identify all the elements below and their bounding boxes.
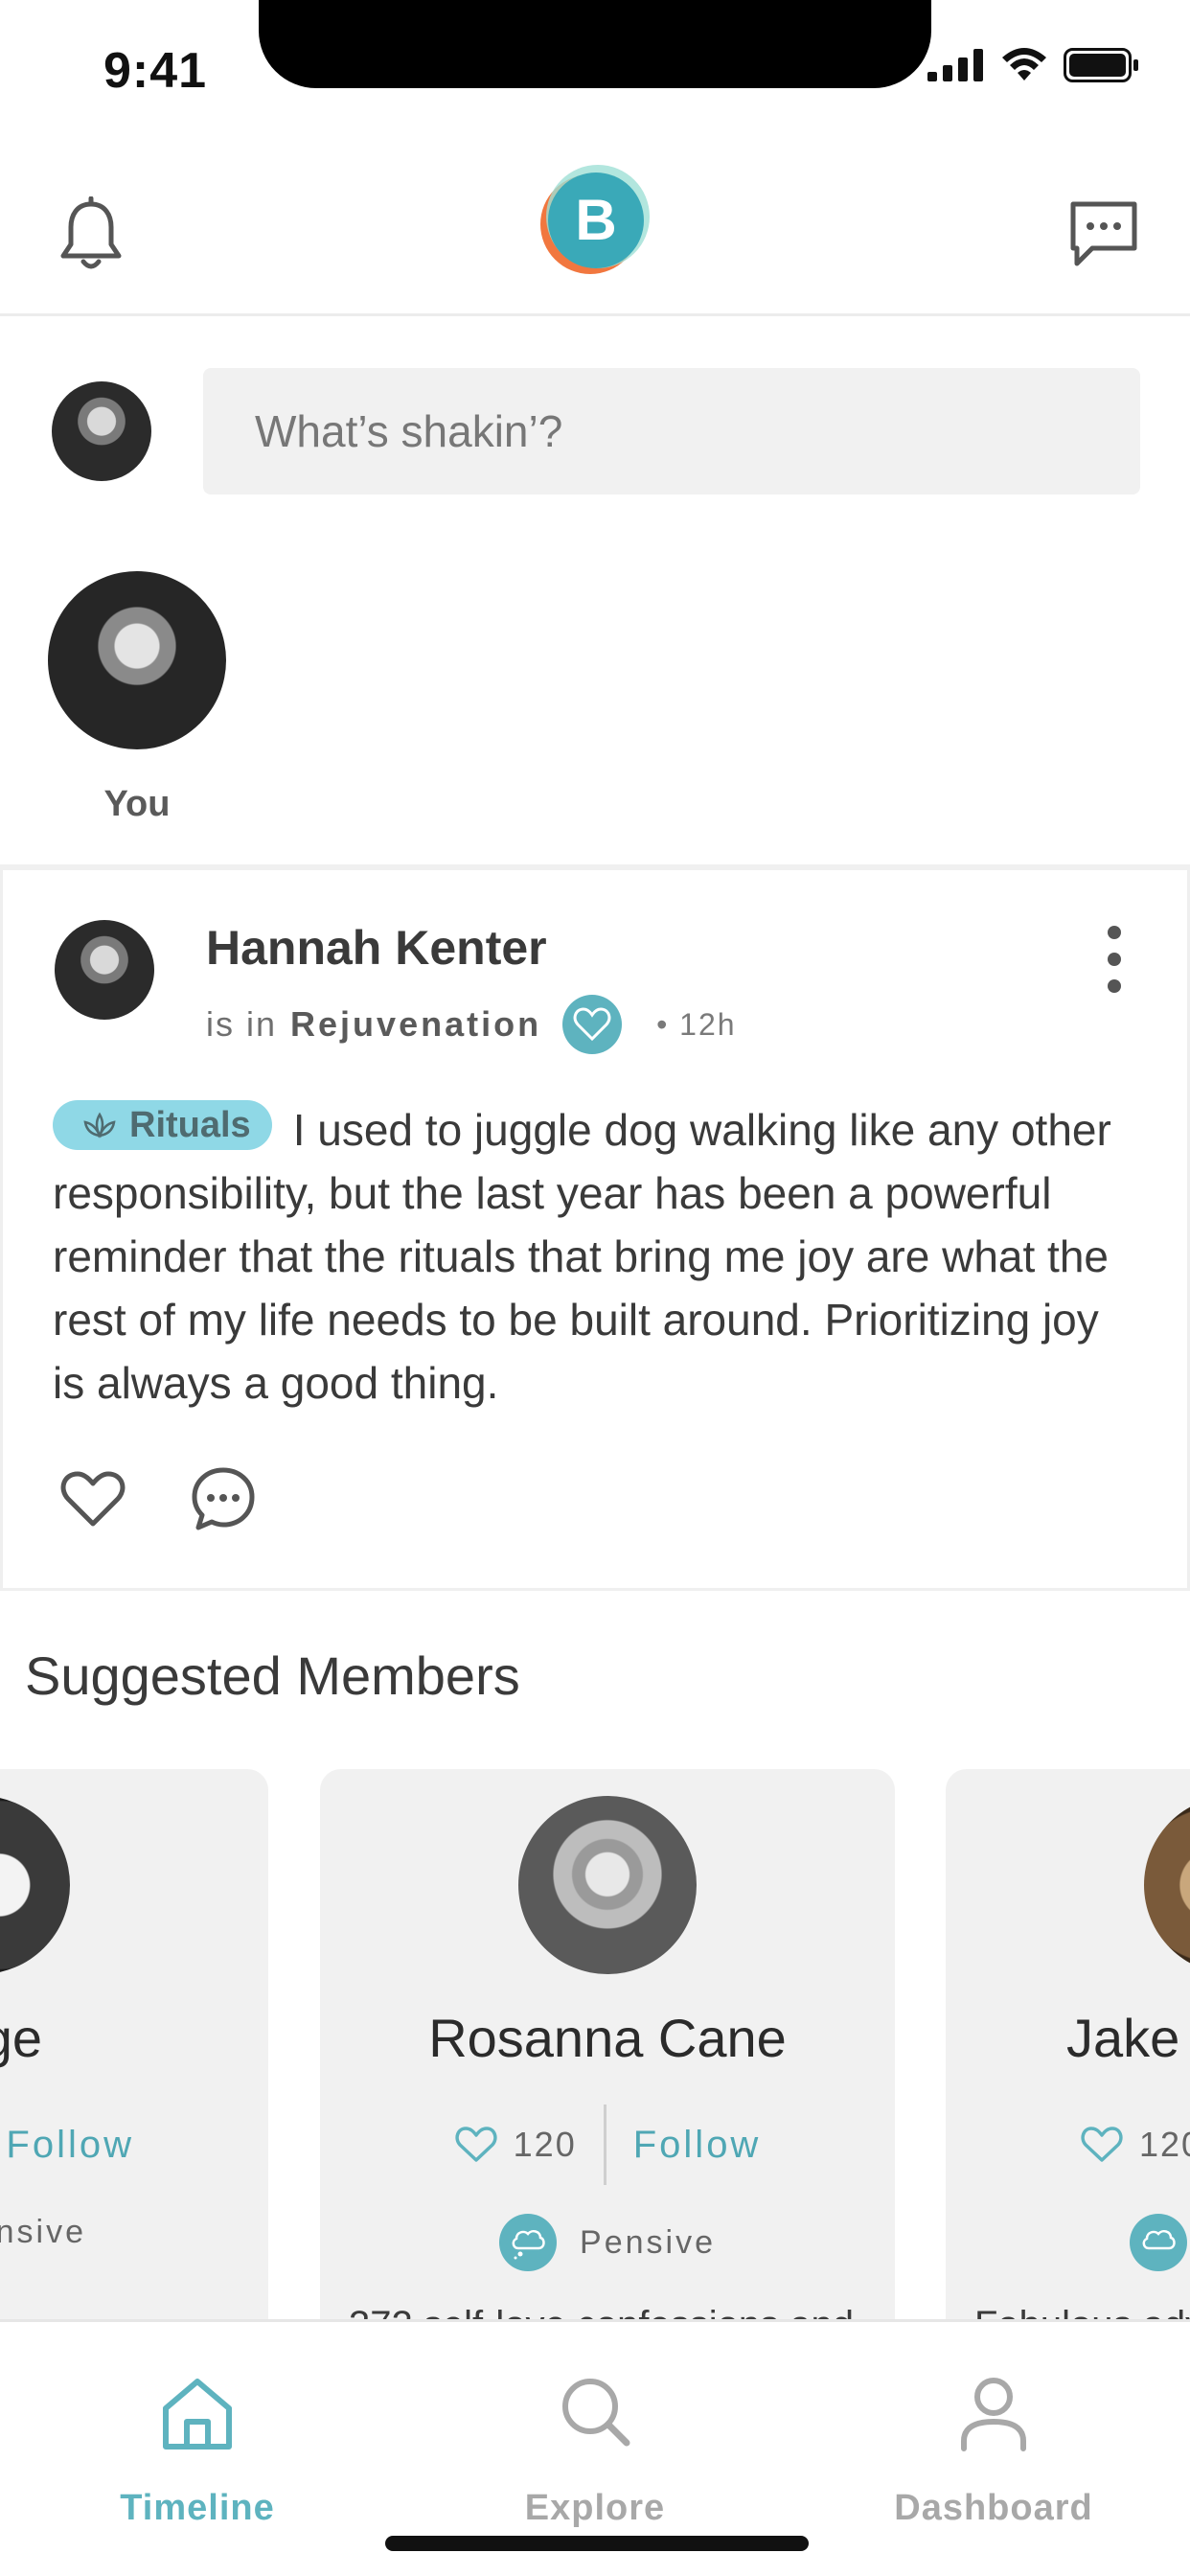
search-icon <box>562 2379 630 2447</box>
member-avatar[interactable] <box>1144 1796 1190 1974</box>
heart-icon <box>573 1007 611 1042</box>
post-more-button[interactable] <box>1095 926 1133 993</box>
post-meta-prefix: is in <box>206 1004 278 1044</box>
story-avatar[interactable] <box>48 571 226 749</box>
timeline-post: Hannah Kenter is in Rejuvenation • 12h R… <box>0 870 1190 1591</box>
member-name: Rosanna Cane <box>428 2008 787 2068</box>
post-body: Rituals I used to juggle dog walking lik… <box>53 1098 1135 1414</box>
person-icon <box>961 2378 1026 2451</box>
logo-letter: B <box>575 188 616 252</box>
post-tag-label: Rituals <box>129 1105 251 1145</box>
wifi-icon <box>1002 48 1046 80</box>
story-you[interactable]: You <box>48 571 226 825</box>
composer-avatar[interactable] <box>52 381 151 481</box>
battery-icon <box>1064 48 1138 82</box>
messages-button[interactable] <box>1067 196 1140 269</box>
member-mood <box>946 2214 1190 2271</box>
follow-button[interactable]: Follow <box>6 2124 134 2167</box>
chat-bubble-icon <box>1070 201 1137 266</box>
member-stats: 120 Follow <box>320 2104 895 2185</box>
home-icon <box>163 2379 232 2450</box>
member-name: George <box>0 2008 42 2068</box>
post-composer-input[interactable] <box>203 368 1140 494</box>
more-dot <box>1108 979 1121 993</box>
post-meta: is in Rejuvenation • 12h <box>206 995 737 1054</box>
comment-icon <box>192 1467 255 1530</box>
post-group-link[interactable]: Rejuvenation <box>290 1004 541 1045</box>
comment-button[interactable] <box>189 1464 258 1533</box>
lotus-icon <box>83 1112 116 1138</box>
member-mood: Pensive <box>320 2214 895 2271</box>
post-tag[interactable]: Rituals <box>53 1100 272 1150</box>
member-likes-count: 120 <box>513 2125 577 2164</box>
post-author-avatar[interactable] <box>55 920 154 1020</box>
heart-outline-icon <box>455 2127 497 2162</box>
like-button[interactable] <box>58 1464 127 1533</box>
tab-label: Dashboard <box>894 2488 1093 2528</box>
heart-outline-icon <box>1081 2127 1123 2162</box>
more-dot <box>1108 926 1121 939</box>
home-indicator[interactable] <box>385 2536 809 2551</box>
tab-explore[interactable]: Explore <box>451 2370 739 2529</box>
suggested-members-title: Suggested Members <box>25 1645 520 1706</box>
member-likes: 120 <box>1080 2125 1190 2165</box>
status-bar: 9:41 <box>0 0 1190 144</box>
logo-icon: B <box>540 165 650 274</box>
tab-timeline[interactable]: Timeline <box>54 2370 341 2529</box>
mood-label: Pensive <box>0 2214 86 2250</box>
member-card[interactable]: Jake 120 Fabulous adventure <box>946 1769 1190 2321</box>
member-card[interactable]: George Follow Pensive <box>0 1769 268 2321</box>
member-mood: Pensive <box>0 2214 268 2251</box>
suggested-members-carousel[interactable]: George Follow Pensive Rosanna Cane 120 F… <box>0 1769 1190 2321</box>
member-likes: 120 <box>454 2125 577 2165</box>
heart-outline-icon <box>60 1471 126 1527</box>
member-name: Jake <box>1066 2008 1180 2068</box>
group-heart-badge <box>562 995 623 1054</box>
bell-icon <box>60 196 122 269</box>
post-author-name[interactable]: Hannah Kenter <box>206 920 547 976</box>
notifications-button[interactable] <box>57 196 125 273</box>
thought-cloud-icon <box>499 2214 558 2271</box>
tab-label: Timeline <box>120 2488 275 2528</box>
post-actions <box>58 1464 258 1533</box>
member-avatar[interactable] <box>518 1796 697 1974</box>
status-time: 9:41 <box>103 43 208 99</box>
tab-dashboard[interactable]: Dashboard <box>850 2370 1137 2529</box>
tab-label: Explore <box>524 2488 666 2528</box>
thought-cloud-icon <box>1130 2214 1187 2271</box>
story-label: You <box>103 784 171 824</box>
member-stats: 120 <box>946 2104 1190 2185</box>
member-likes-count: 120 <box>1139 2125 1190 2164</box>
mood-label: Pensive <box>580 2223 716 2261</box>
member-avatar[interactable] <box>0 1796 70 1974</box>
post-time: • 12h <box>656 1006 737 1042</box>
follow-button[interactable]: Follow <box>633 2124 762 2167</box>
stats-divider <box>603 2104 606 2185</box>
top-header: B <box>0 144 1190 316</box>
device-notch <box>259 0 931 88</box>
app-logo[interactable]: B <box>535 161 653 280</box>
cellular-signal-icon <box>927 49 983 81</box>
status-icons <box>927 48 1140 82</box>
more-dot <box>1108 953 1121 966</box>
member-stats: Follow <box>0 2104 268 2185</box>
member-card[interactable]: Rosanna Cane 120 Follow Pensive 372 self… <box>320 1769 895 2321</box>
